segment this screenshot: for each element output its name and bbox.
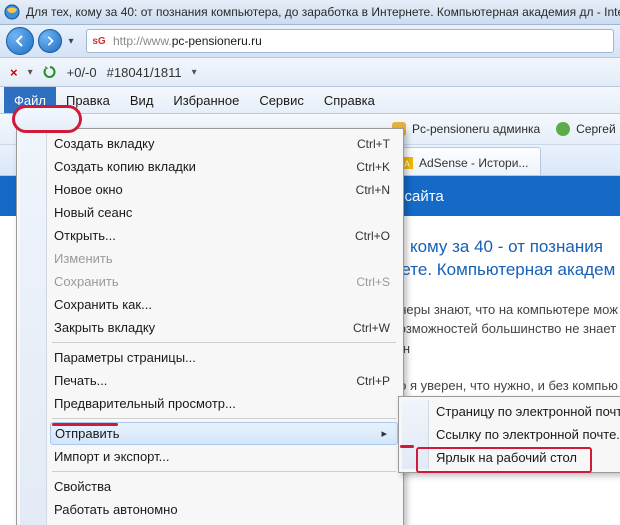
menu-separator [52,342,396,343]
menu-item-page_setup[interactable]: Параметры страницы... [20,346,400,369]
menu-item-save: Сохранить Ctrl+S [20,270,400,293]
menu-item-label: Параметры страницы... [54,350,196,365]
page-headline-1: х, кому за 40 - от познания [392,236,620,259]
menu-item-label: Сохранить как... [54,297,152,312]
tab-label: AdSense - Истори... [419,156,528,170]
menu-tools[interactable]: Сервис [249,87,314,113]
stop-button[interactable]: × [10,65,18,80]
menu-item-shortcut: Ctrl+P [356,374,390,388]
menu-help[interactable]: Справка [314,87,385,113]
toolbar-dropdown-2-icon[interactable]: ▾ [192,67,197,78]
page-counter: #18041/1811 [107,65,182,80]
menu-item-label: Закрыть вкладку [54,320,155,335]
submenu-item-label: Страницу по электронной почте... [436,404,620,419]
refresh-button[interactable] [43,65,57,79]
menu-item-close_tab[interactable]: Закрыть вкладку Ctrl+W [20,316,400,339]
menu-separator [52,471,396,472]
secondary-toolbar: × ▾ +0/-0 #18041/1811 ▾ [0,58,620,87]
menu-item-work_offline[interactable]: Работать автономно [20,498,400,521]
page-para-1a: онеры знают, что на компьютере мож [392,300,620,320]
menu-item-shortcut: Ctrl+T [357,137,390,151]
menu-view[interactable]: Вид [120,87,164,113]
forward-button[interactable] [38,29,62,53]
menu-item-edit: Изменить [20,247,400,270]
menu-item-label: Сохранить [54,274,119,289]
annotation-tick [400,445,414,448]
submenu-item-label: Ярлык на рабочий стол [436,450,577,465]
menu-item-label: Работать автономно [54,502,178,517]
menu-item-shortcut: Ctrl+K [356,160,390,174]
url-host: pc-pensioneru.ru [172,34,262,48]
navigation-bar: ▾ sG http://www.pc-pensioneru.ru [0,25,620,58]
menu-item-open[interactable]: Открыть... Ctrl+O [20,224,400,247]
menu-item-label: Открыть... [54,228,116,243]
menu-item-dup_tab[interactable]: Создать копию вкладки Ctrl+K [20,155,400,178]
url-prefix: http://www. [113,34,172,48]
menu-item-new_session[interactable]: Новый сеанс [20,201,400,224]
menu-edit[interactable]: Правка [56,87,120,113]
menu-item-label: Предварительный просмотр... [54,396,236,411]
page-para-1b: возможностей большинство не знает и н [392,319,620,358]
menu-item-import_export[interactable]: Импорт и экспорт... [20,445,400,468]
menu-item-print[interactable]: Печать... Ctrl+P [20,369,400,392]
window-titlebar: Для тех, кому за 40: от познания компьют… [0,0,620,25]
page-para-2: но я уверен, что нужно, и без компью [392,376,620,396]
menu-item-properties[interactable]: Свойства [20,475,400,498]
address-bar[interactable]: sG http://www.pc-pensioneru.ru [86,29,614,53]
menu-item-label: Создать копию вкладки [54,159,196,174]
favorite-link-2[interactable]: Сергей Гео [556,122,620,136]
window-title: Для тех, кому за 40: от познания компьют… [26,5,620,19]
page-headline-2: нете. Компьютерная академ [392,259,620,282]
submenu-item-page_email[interactable]: Страницу по электронной почте... [402,400,618,423]
menu-item-label: Изменить [54,251,113,266]
menu-separator [52,418,396,419]
menu-item-label: Импорт и экспорт... [54,449,169,464]
person-icon [556,122,570,136]
menu-item-label: Создать вкладку [54,136,155,151]
menu-item-shortcut: Ctrl+O [355,229,390,243]
annotation-send-underline [52,423,118,426]
menu-item-label: Свойства [54,479,111,494]
ie-logo-icon [4,4,20,20]
file-menu-dropdown: Создать вкладку Ctrl+T Создать копию вклад… [16,128,404,525]
submenu-item-label: Ссылку по электронной почте... [436,427,620,442]
submenu-arrow-icon: ▸ [381,427,387,440]
toolbar-dropdown-icon[interactable]: ▾ [28,67,33,78]
favorite-link-2-label: Сергей Гео [576,122,620,136]
menu-item-label: Отправить [55,426,119,441]
menu-item-label: Новое окно [54,182,123,197]
menu-item-print_preview[interactable]: Предварительный просмотр... [20,392,400,415]
svg-text:A: A [404,159,410,169]
favorite-link-1-label: Pc-pensioneru админка [412,122,540,136]
menu-item-save_as[interactable]: Сохранить как... [20,293,400,316]
zoom-indicator[interactable]: +0/-0 [67,65,97,80]
favorite-link-1[interactable]: Pc-pensioneru админка [392,122,540,136]
menu-item-label: Новый сеанс [54,205,132,220]
menu-item-shortcut: Ctrl+W [353,321,390,335]
menu-bar: Файл Правка Вид Избранное Сервис Справка [0,87,620,114]
menu-item-shortcut: Ctrl+N [356,183,390,197]
site-favicon-icon: sG [91,33,107,49]
back-button[interactable] [6,27,34,55]
send-submenu: Страницу по электронной почте... Ссылку п… [398,396,620,473]
nav-history-dropdown[interactable]: ▾ [66,36,76,47]
menu-item-exit[interactable]: Выход [20,521,400,525]
menu-item-shortcut: Ctrl+S [356,275,390,289]
menu-item-new_window[interactable]: Новое окно Ctrl+N [20,178,400,201]
menu-file[interactable]: Файл [4,87,56,113]
submenu-item-link_email[interactable]: Ссылку по электронной почте... [402,423,618,446]
menu-item-new_tab[interactable]: Создать вкладку Ctrl+T [20,132,400,155]
submenu-item-desktop_shortcut[interactable]: Ярлык на рабочий стол [402,446,618,469]
menu-item-label: Печать... [54,373,107,388]
browser-tab[interactable]: A AdSense - Истори... [392,147,541,175]
menu-favorites[interactable]: Избранное [163,87,249,113]
